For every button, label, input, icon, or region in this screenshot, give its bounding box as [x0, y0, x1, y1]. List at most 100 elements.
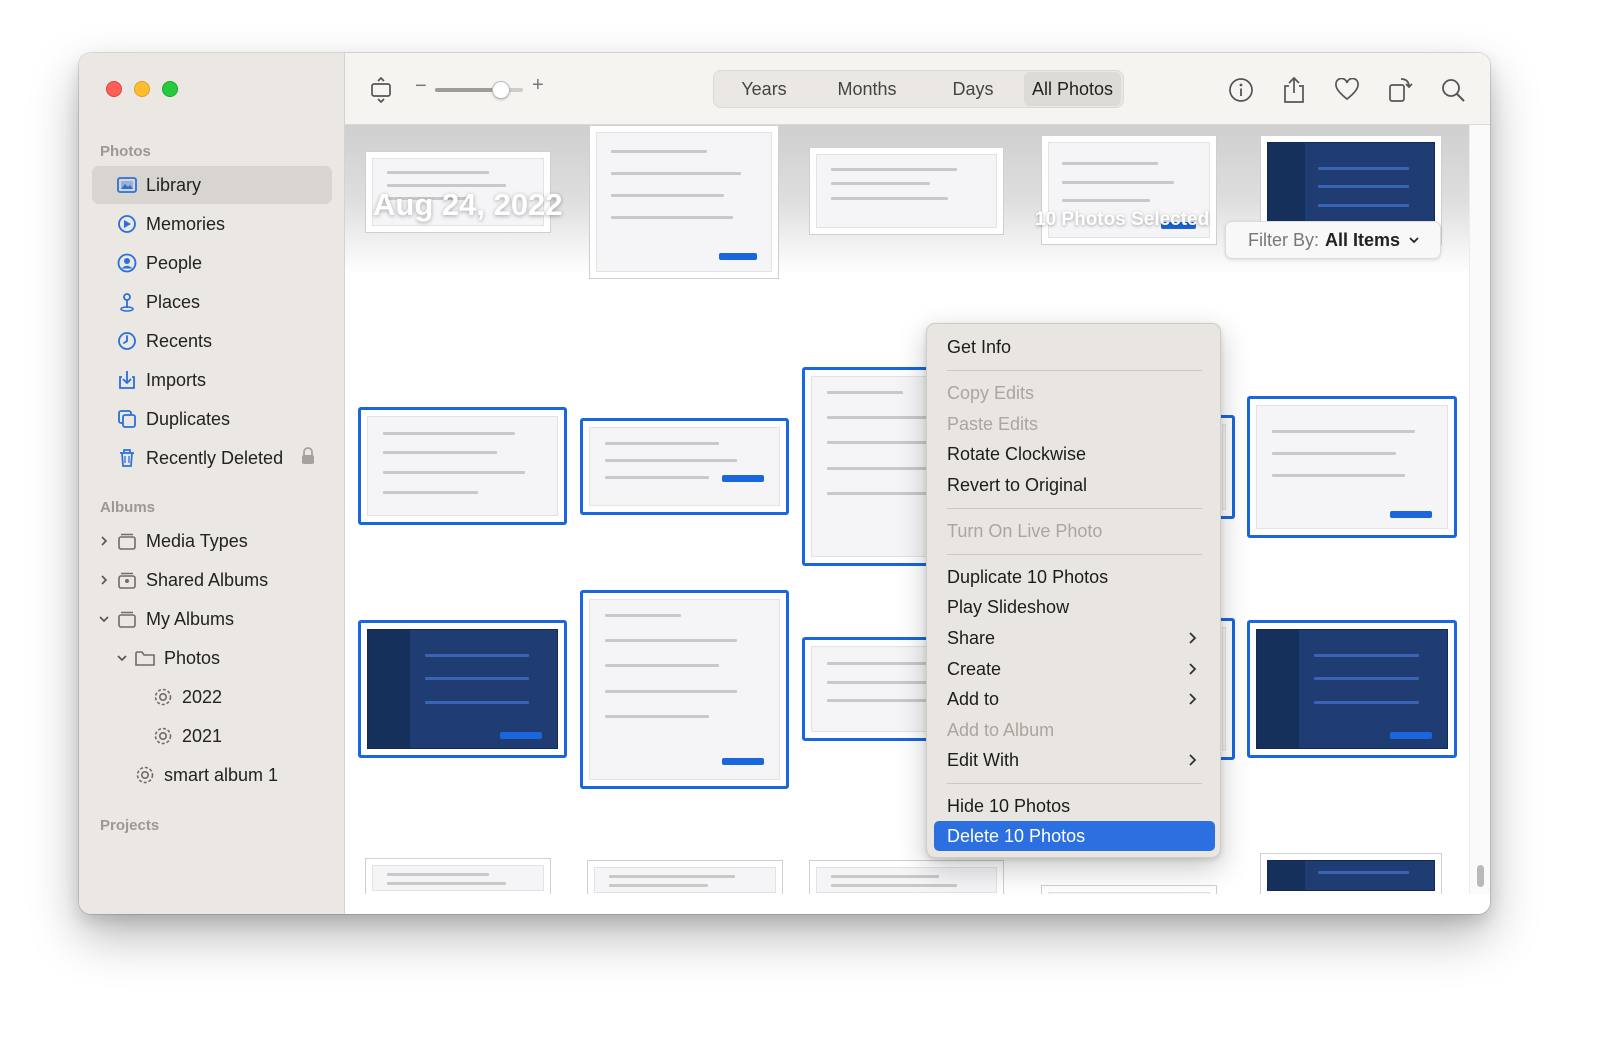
sidebar-item-2021[interactable]: 2021 — [92, 717, 332, 755]
photos-window: Photos Library Memories People Places Re… — [79, 53, 1490, 914]
photo-thumbnail-selected[interactable] — [358, 407, 567, 525]
menu-separator — [947, 783, 1202, 784]
chevron-right-icon — [1189, 693, 1197, 705]
sidebar-item-label: People — [146, 252, 203, 273]
aspect-toggle-icon[interactable] — [364, 73, 398, 107]
sidebar-item-label: Recents — [146, 330, 213, 351]
places-icon — [116, 291, 138, 313]
menu-item-play-slideshow[interactable]: Play Slideshow — [934, 592, 1215, 622]
rotate-icon[interactable] — [1383, 73, 1417, 107]
photo-thumbnail[interactable] — [365, 858, 551, 894]
vertical-scrollbar[interactable] — [1469, 125, 1490, 894]
sidebar-section-projects: Projects — [100, 817, 160, 834]
toolbar: − + Years Months Days All Photos — [345, 53, 1490, 125]
menu-item-copy-edits[interactable]: Copy Edits — [934, 378, 1215, 408]
selection-count: 10 Photos Selected — [1035, 209, 1210, 230]
photo-thumbnail-selected[interactable] — [1247, 396, 1457, 538]
menu-item-turn-on-live-photo[interactable]: Turn On Live Photo — [934, 516, 1215, 546]
menu-item-paste-edits[interactable]: Paste Edits — [934, 409, 1215, 439]
photo-thumbnail[interactable] — [1041, 885, 1217, 894]
menu-item-get-info[interactable]: Get Info — [934, 332, 1215, 362]
menu-item-label: Edit With — [947, 749, 1020, 770]
sidebar-item-shared-albums[interactable]: Shared Albums — [92, 561, 332, 599]
sidebar-item-recents[interactable]: Recents — [92, 322, 332, 360]
photo-thumbnail[interactable] — [589, 125, 779, 279]
close-button[interactable] — [106, 81, 122, 97]
zoom-slider-knob[interactable] — [492, 81, 510, 99]
sidebar-item-label: Duplicates — [146, 408, 231, 429]
heart-icon[interactable] — [1330, 73, 1364, 107]
menu-item-create[interactable]: Create — [934, 654, 1215, 684]
photo-thumbnail-selected[interactable] — [358, 620, 567, 758]
menu-item-duplicate[interactable]: Duplicate 10 Photos — [934, 562, 1215, 592]
menu-item-label: Create — [947, 658, 1002, 679]
filter-dropdown[interactable]: Filter By: All Items — [1225, 221, 1441, 259]
sidebar-item-photos-folder[interactable]: Photos — [92, 639, 332, 677]
sidebar-item-smart-album-1[interactable]: smart album 1 — [92, 756, 332, 794]
menu-item-edit-with[interactable]: Edit With — [934, 745, 1215, 775]
menu-item-hide[interactable]: Hide 10 Photos — [934, 791, 1215, 821]
smart-album-gear-icon — [152, 686, 174, 708]
sidebar-item-label: Places — [146, 291, 201, 312]
minimize-button[interactable] — [134, 81, 150, 97]
lock-icon — [301, 446, 315, 470]
main-content: − + Years Months Days All Photos Aug 24,… — [345, 53, 1490, 914]
sidebar-item-label: Memories — [146, 213, 226, 234]
sidebar-item-label: Shared Albums — [146, 569, 269, 590]
menu-item-add-to[interactable]: Add to — [934, 684, 1215, 714]
menu-separator — [947, 508, 1202, 509]
chevron-down-icon[interactable] — [98, 613, 110, 625]
photo-thumbnail[interactable] — [1260, 853, 1442, 894]
chevron-right-icon[interactable] — [98, 574, 110, 586]
menu-item-delete[interactable]: Delete 10 Photos — [934, 821, 1215, 851]
tab-all-photos[interactable]: All Photos — [1024, 72, 1121, 106]
shared-album-icon — [116, 569, 138, 591]
sidebar-item-label: Photos — [164, 647, 221, 668]
share-icon[interactable] — [1277, 73, 1311, 107]
photo-thumbnail[interactable] — [809, 147, 1004, 235]
sidebar-item-my-albums[interactable]: My Albums — [92, 600, 332, 638]
sidebar-item-label: smart album 1 — [164, 764, 279, 785]
favorite-heart-icon[interactable] — [821, 607, 841, 627]
photo-thumbnail[interactable] — [809, 860, 1004, 894]
menu-item-share[interactable]: Share — [934, 623, 1215, 653]
chevron-down-icon[interactable] — [116, 652, 128, 664]
sidebar-item-recently-deleted[interactable]: Recently Deleted — [92, 439, 332, 477]
sidebar-item-2022[interactable]: 2022 — [92, 678, 332, 716]
tab-days[interactable]: Days — [922, 72, 1024, 106]
sidebar-item-people[interactable]: People — [92, 244, 332, 282]
photo-thumbnail-selected[interactable] — [580, 418, 789, 515]
date-heading: Aug 24, 2022 — [373, 187, 563, 222]
menu-item-revert-to-original[interactable]: Revert to Original — [934, 470, 1215, 500]
photo-thumbnail-selected[interactable] — [580, 590, 789, 789]
menu-separator — [947, 554, 1202, 555]
menu-item-rotate-clockwise[interactable]: Rotate Clockwise — [934, 439, 1215, 469]
sidebar-item-places[interactable]: Places — [92, 283, 332, 321]
zoom-in-button[interactable]: + — [532, 74, 544, 97]
zoom-out-button[interactable]: − — [415, 75, 427, 98]
trash-icon — [116, 447, 138, 469]
search-icon[interactable] — [1436, 73, 1470, 107]
sidebar-item-memories[interactable]: Memories — [92, 205, 332, 243]
menu-item-label: Add to — [947, 688, 1000, 709]
photo-thumbnail[interactable] — [587, 860, 783, 894]
sidebar-item-label: Recently Deleted — [146, 447, 284, 468]
photo-thumbnail-selected[interactable] — [1247, 620, 1457, 758]
photo-grid: Aug 24, 2022 10 Photos Selected Filter B… — [345, 125, 1469, 894]
zoom-button[interactable] — [162, 81, 178, 97]
sidebar-item-duplicates[interactable]: Duplicates — [92, 400, 332, 438]
info-icon[interactable] — [1224, 73, 1258, 107]
sidebar-item-media-types[interactable]: Media Types — [92, 522, 332, 560]
sidebar-item-label: Media Types — [146, 530, 248, 551]
duplicates-icon — [116, 408, 138, 430]
tab-months[interactable]: Months — [812, 72, 922, 106]
imports-icon — [116, 369, 138, 391]
sidebar-item-imports[interactable]: Imports — [92, 361, 332, 399]
chevron-right-icon[interactable] — [98, 535, 110, 547]
scrollbar-thumb[interactable] — [1477, 865, 1484, 887]
sidebar-item-label: Imports — [146, 369, 207, 390]
people-icon — [116, 252, 138, 274]
sidebar-item-library[interactable]: Library — [92, 166, 332, 204]
tab-years[interactable]: Years — [716, 72, 812, 106]
menu-item-add-to-album[interactable]: Add to Album — [934, 715, 1215, 745]
